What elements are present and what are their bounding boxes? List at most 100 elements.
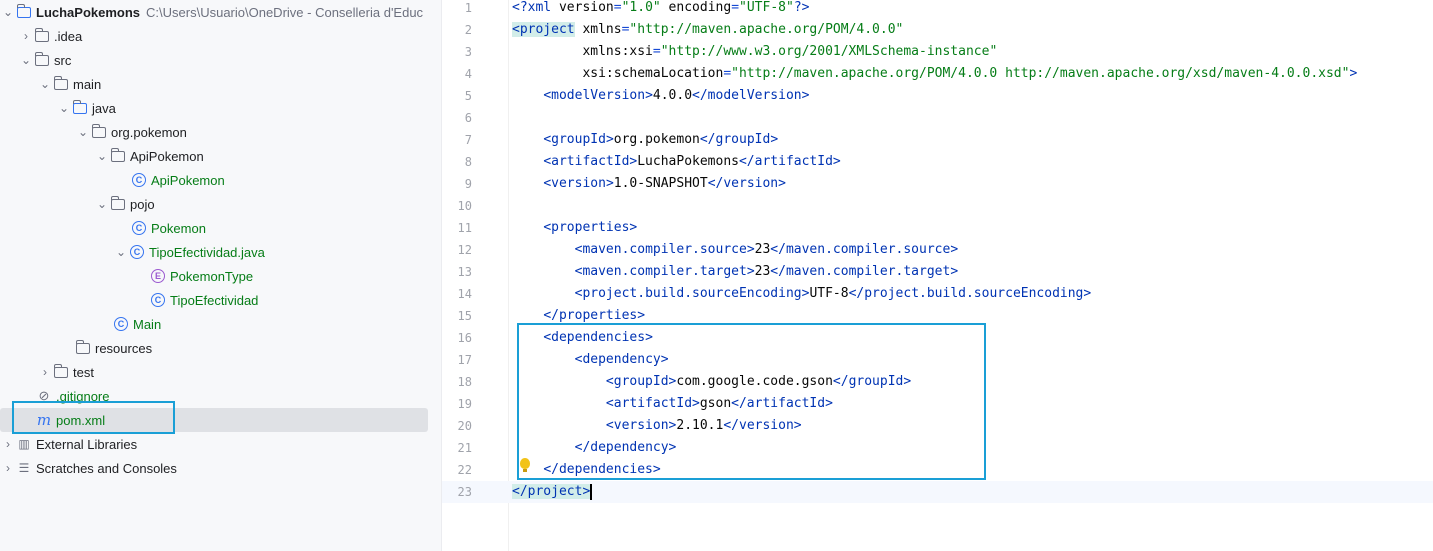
tree-item-resources[interactable]: resources — [0, 336, 441, 360]
tree-item-tipoefectividad-class[interactable]: C TipoEfectividad — [0, 288, 441, 312]
package-icon — [110, 147, 126, 164]
tree-item-label: Pokemon — [151, 220, 206, 236]
folder-icon — [53, 75, 69, 92]
tree-item-tipoefectividad-file[interactable]: ⌄ C TipoEfectividad.java — [0, 240, 441, 264]
tree-item-apipokemon-package[interactable]: ⌄ ApiPokemon — [0, 144, 441, 168]
line-number: 17 — [457, 353, 472, 367]
library-icon: ▥ — [18, 437, 30, 451]
line-number: 20 — [457, 419, 472, 433]
chevron-down-icon[interactable]: ⌄ — [56, 101, 72, 115]
line-number: 22 — [457, 463, 472, 477]
chevron-down-icon[interactable]: ⌄ — [94, 197, 110, 211]
chevron-down-icon[interactable]: ⌄ — [37, 77, 53, 91]
line-number: 11 — [457, 221, 472, 235]
folder-icon — [53, 363, 69, 380]
code-line[interactable]: 6 — [442, 107, 1433, 129]
line-number: 4 — [464, 67, 472, 81]
code-editor[interactable]: 1 <?xml version="1.0" encoding="UTF-8"?> 2… — [442, 0, 1433, 551]
line-number: 12 — [457, 243, 472, 257]
code-text: <version>1.0-SNAPSHOT</version> — [543, 176, 786, 191]
chevron-right-icon[interactable]: › — [0, 437, 16, 451]
source-folder-icon — [72, 99, 88, 116]
code-text: <artifactId>LuchaPokemons</artifactId> — [543, 154, 841, 169]
runnable-class-icon: C — [113, 316, 129, 332]
tree-item-src[interactable]: ⌄ src — [0, 48, 441, 72]
tree-item-label: java — [92, 100, 116, 116]
line-number: 13 — [457, 265, 472, 279]
code-text: <maven.compiler.target>23</maven.compile… — [574, 264, 959, 279]
code-line[interactable]: 14 <project.build.sourceEncoding>UTF-8</… — [442, 283, 1433, 305]
tree-item-label: TipoEfectividad.java — [149, 244, 265, 260]
code-line[interactable]: 5 <modelVersion>4.0.0</modelVersion> — [442, 85, 1433, 107]
tree-item-pokemontype-enum[interactable]: E PokemonType — [0, 264, 441, 288]
chevron-down-icon[interactable]: ⌄ — [113, 245, 129, 259]
folder-icon — [34, 27, 50, 44]
code-line[interactable]: 11 <properties> — [442, 217, 1433, 239]
tree-item-label: TipoEfectividad — [170, 292, 259, 308]
code-line[interactable]: 12 <maven.compiler.source>23</maven.comp… — [442, 239, 1433, 261]
line-number: 21 — [457, 441, 472, 455]
line-number: 14 — [457, 287, 472, 301]
code-text: <modelVersion>4.0.0</modelVersion> — [543, 88, 810, 103]
tree-item-label: Scratches and Consoles — [36, 460, 177, 476]
code-line[interactable]: 4 xsi:schemaLocation="http://maven.apach… — [442, 63, 1433, 85]
code-line[interactable]: 13 <maven.compiler.target>23</maven.comp… — [442, 261, 1433, 283]
code-line[interactable]: 9 <version>1.0-SNAPSHOT</version> — [442, 173, 1433, 195]
code-text: <maven.compiler.source>23</maven.compile… — [574, 242, 959, 257]
tree-item-label: .idea — [54, 28, 83, 44]
tree-item-apipokemon-class[interactable]: C ApiPokemon — [0, 168, 441, 192]
line-number: 23 — [457, 485, 472, 499]
tree-item-main-class[interactable]: C Main — [0, 312, 441, 336]
line-number: 8 — [464, 155, 472, 169]
chevron-right-icon[interactable]: › — [18, 29, 34, 43]
tree-item-pojo[interactable]: ⌄ pojo — [0, 192, 441, 216]
code-line[interactable]: 1 <?xml version="1.0" encoding="UTF-8"?> — [442, 0, 1433, 19]
chevron-right-icon[interactable]: › — [0, 461, 16, 475]
code-line[interactable]: 3 xmlns:xsi="http://www.w3.org/2001/XMLS… — [442, 41, 1433, 63]
tree-item-test[interactable]: › test — [0, 360, 441, 384]
tree-item-label: External Libraries — [36, 436, 138, 452]
chevron-down-icon[interactable]: ⌄ — [18, 53, 34, 67]
tree-item-java[interactable]: ⌄ java — [0, 96, 441, 120]
chevron-down-icon[interactable]: ⌄ — [75, 125, 91, 139]
line-number: 10 — [457, 199, 472, 213]
tree-item-label: pojo — [130, 196, 155, 212]
folder-icon — [34, 51, 50, 68]
line-number: 16 — [457, 331, 472, 345]
dependencies-highlight-box — [517, 323, 986, 480]
chevron-right-icon[interactable]: › — [37, 365, 53, 379]
code-line[interactable]: 2 <project xmlns="http://maven.apache.org… — [442, 19, 1433, 41]
line-number: 6 — [464, 111, 472, 125]
tree-item-scratches[interactable]: › ☰ Scratches and Consoles — [0, 456, 441, 480]
project-path: C:\Users\Usuario\OneDrive - Conselleria … — [146, 4, 424, 20]
tree-item-external-libraries[interactable]: › ▥ External Libraries — [0, 432, 441, 456]
tree-root-row[interactable]: ⌄ LuchaPokemons C:\Users\Usuario\OneDriv… — [0, 0, 441, 24]
tree-item-idea[interactable]: › .idea — [0, 24, 441, 48]
code-line[interactable]: 23 </project> — [442, 481, 1433, 503]
line-number: 18 — [457, 375, 472, 389]
line-number: 2 — [464, 23, 472, 37]
class-icon: C — [131, 172, 147, 188]
enum-icon: E — [150, 268, 166, 284]
line-number: 1 — [464, 1, 472, 15]
tree-item-label: main — [73, 76, 102, 92]
chevron-down-icon[interactable]: ⌄ — [0, 5, 16, 19]
tree-item-pokemon-class[interactable]: C Pokemon — [0, 216, 441, 240]
code-line[interactable]: 8 <artifactId>LuchaPokemons</artifactId> — [442, 151, 1433, 173]
line-number: 7 — [464, 133, 472, 147]
class-icon: C — [131, 220, 147, 236]
tree-item-label: src — [54, 52, 72, 68]
tree-item-label: ApiPokemon — [130, 148, 204, 164]
tree-item-label: ApiPokemon — [151, 172, 225, 188]
tree-item-org-pokemon[interactable]: ⌄ org.pokemon — [0, 120, 441, 144]
chevron-down-icon[interactable]: ⌄ — [94, 149, 110, 163]
line-number: 3 — [464, 45, 472, 59]
code-text: xsi:schemaLocation="http://maven.apache.… — [512, 66, 1358, 81]
code-line[interactable]: 7 <groupId>org.pokemon</groupId> — [442, 129, 1433, 151]
package-icon — [110, 195, 126, 212]
pom-xml-highlight-box — [12, 401, 175, 434]
tree-item-main[interactable]: ⌄ main — [0, 72, 441, 96]
code-line[interactable]: 10 — [442, 195, 1433, 217]
code-text: <groupId>org.pokemon</groupId> — [543, 132, 779, 147]
line-number: 19 — [457, 397, 472, 411]
